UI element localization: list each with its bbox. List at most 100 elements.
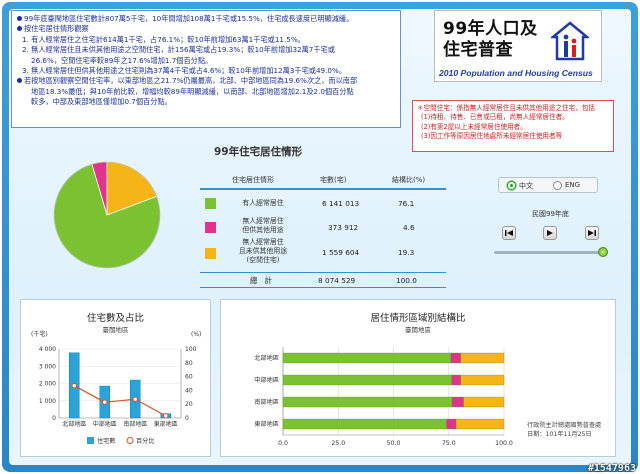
y2-tick-label: 60 — [185, 374, 193, 381]
x-tick-label: 0.0 — [278, 440, 288, 447]
summary-line: 按住宅居住情形觀察 — [17, 24, 395, 34]
table-rule — [200, 287, 446, 288]
line-point[interactable] — [102, 399, 108, 405]
main-title: 99年住宅居住情形 — [214, 146, 303, 158]
note-line: (3)因工作等原因居住地處所未經常居住使用者等 — [421, 132, 563, 141]
header-ratio: 結構比(%) — [392, 176, 426, 184]
y-tick-label: 0 — [52, 415, 56, 422]
total-label: 總 計 — [250, 276, 272, 285]
bullet-icon — [17, 78, 22, 84]
source-footer: 行政院主計總處國勢普查處 日期：101年11月25日 — [527, 422, 602, 438]
y2-tick-label: 80 — [185, 360, 193, 367]
housing-pie-chart[interactable] — [50, 158, 164, 272]
legend-swatch — [205, 248, 216, 259]
stacked-segment[interactable] — [451, 396, 464, 408]
line-point[interactable] — [132, 396, 138, 402]
summary-line: 99年底臺閩地區住宅數計807萬5千宅，10年間增加108萬1千宅或15.5%，… — [17, 14, 395, 24]
y-tick-label: 2 000 — [39, 381, 56, 388]
x-tick-label: 北部地區 — [62, 420, 86, 428]
radio-chinese[interactable] — [507, 181, 516, 190]
summary-line: 1. 有人經常居住之住宅計614萬1千宅，占76.1%；較10年前增加63萬1千… — [22, 34, 305, 44]
row-ratio: 4.6 — [403, 223, 415, 232]
y2-tick-label: 20 — [185, 401, 193, 408]
structure-panel: 居住情形區域別結構比 臺閩地區 0.0 25.0 50.0 75.0 100.0 北部地區… — [220, 299, 616, 457]
rewind-icon — [505, 230, 513, 236]
x-tick-label: 75.0 — [442, 440, 456, 447]
stacked-segment[interactable] — [450, 352, 461, 364]
x-tick-label: 50.0 — [387, 440, 401, 447]
stacked-segment[interactable] — [282, 418, 447, 430]
stacked-segment[interactable] — [460, 352, 505, 364]
radio-english[interactable] — [553, 181, 562, 190]
note-line: ＊空閒住宅：係指無人經常居住且未供其他用途之住宅，包括 — [417, 104, 596, 112]
bullet-icon — [17, 16, 22, 21]
forward-icon — [588, 230, 596, 236]
y-tick-label: 中部地區 — [254, 376, 279, 384]
language-toggle: 中文 ENG — [498, 177, 598, 193]
x-tick-label: 東部地區 — [154, 420, 178, 428]
y-tick-label: 4 000 — [39, 346, 56, 353]
table-rule — [200, 188, 446, 190]
line-point[interactable] — [71, 383, 77, 389]
row-ratio: 19.3 — [398, 248, 415, 257]
forward-button[interactable] — [585, 226, 599, 240]
summary-box: 99年底臺閩地區住宅數計807萬5千宅，10年間增加108萬1千宅或15.5%，… — [11, 10, 401, 128]
row-label: 有人經常居住 — [242, 199, 284, 207]
logo-title: 99年人口及 住宅普查 — [443, 19, 538, 60]
housing-count-panel: 住宅數及占比 臺閩地區 (千宅) (%) 0 1 000 2 000 3 000 4 000… — [20, 299, 211, 457]
stacked-segment[interactable] — [282, 374, 452, 386]
rewind-button[interactable] — [502, 226, 516, 240]
y-tick-label: 東部地區 — [254, 420, 279, 428]
x-tick-label: 100.0 — [495, 440, 513, 447]
timeline-slider[interactable] — [494, 251, 606, 254]
logo-subtitle: 2010 Population and Housing Census — [439, 68, 593, 78]
stacked-segment[interactable] — [460, 374, 505, 386]
legend-label: 住宅數 — [97, 437, 116, 445]
play-icon — [547, 230, 553, 236]
x-tick-label: 中部地區 — [93, 420, 117, 428]
note-line: (1)待租、待售、已售或已租，尚無人經常居住者。 — [421, 113, 569, 122]
summary-line: 較多，中部及東部地區僅增加0.7個百分點。 — [31, 97, 172, 107]
stacked-segment[interactable] — [463, 396, 505, 408]
x-tick-label: 25.0 — [331, 440, 345, 447]
x-tick-label: 南部地區 — [123, 420, 147, 428]
legend-swatch — [205, 198, 216, 209]
y2-tick-label: 40 — [185, 387, 193, 394]
table-rule — [200, 272, 446, 273]
slider-thumb[interactable] — [598, 247, 608, 257]
stacked-segment[interactable] — [282, 396, 453, 408]
y-tick-label: 1 000 — [39, 398, 56, 405]
census-logo: 99年人口及 住宅普查 2010 Population and Housing … — [434, 10, 602, 82]
legend-swatch-line — [126, 437, 134, 444]
stacked-segment[interactable] — [282, 352, 452, 364]
legend-label: 百分比 — [136, 437, 155, 445]
vacant-housing-note: ＊空閒住宅：係指無人經常居住且未供其他用途之住宅，包括 (1)待租、待售、已售或… — [412, 100, 614, 152]
y-tick-label: 南部地區 — [254, 398, 279, 406]
summary-line: 地區18.3%最低；與10年前比較，增幅均較89年明顯減緩，以南部、北部地區增加… — [31, 86, 354, 96]
stacked-segment[interactable] — [446, 418, 457, 430]
header-count: 宅數(宅) — [320, 176, 347, 184]
stacked-segment[interactable] — [451, 374, 461, 386]
watermark: #1547963 — [587, 463, 636, 474]
play-button[interactable] — [543, 226, 557, 240]
bullet-icon — [17, 26, 22, 32]
row-ratio: 76.1 — [398, 199, 415, 208]
y2-tick-label: 0 — [185, 415, 189, 422]
radio-chinese-label[interactable]: 中文 — [519, 181, 533, 191]
summary-line: 26.6%，空閒住宅率較89年之17.6%增加1.7個百分點。 — [31, 55, 213, 65]
summary-line: 2. 無人經常居住且未供其他用途之空閒住宅，計156萬宅或占19.3%；較10年… — [22, 45, 335, 55]
summary-line: 若按地區別觀察空閒住宅率，以東部地區之21.7%仍屬最高，北部、中部地區同為19… — [17, 76, 395, 86]
y-tick-label: 北部地區 — [254, 354, 279, 362]
total-count: 8 074 529 — [318, 276, 356, 285]
radio-english-label[interactable]: ENG — [565, 181, 580, 189]
legend-swatch-bar — [87, 437, 94, 444]
line-point[interactable] — [163, 413, 169, 419]
stacked-segment[interactable] — [455, 418, 505, 430]
housing-bar-chart[interactable]: (千宅) (%) 0 1 000 2 000 3 000 4 000 0 20 40 60 80 100… — [21, 300, 212, 458]
header-category: 住宅居住情形 — [232, 176, 274, 184]
row-label: 無人經常居住 但供其他用途 — [242, 217, 284, 234]
legend-swatch — [205, 222, 216, 233]
total-ratio: 100.0 — [396, 276, 417, 285]
house-icon — [551, 21, 589, 61]
y2-tick-label: 100 — [185, 346, 197, 353]
